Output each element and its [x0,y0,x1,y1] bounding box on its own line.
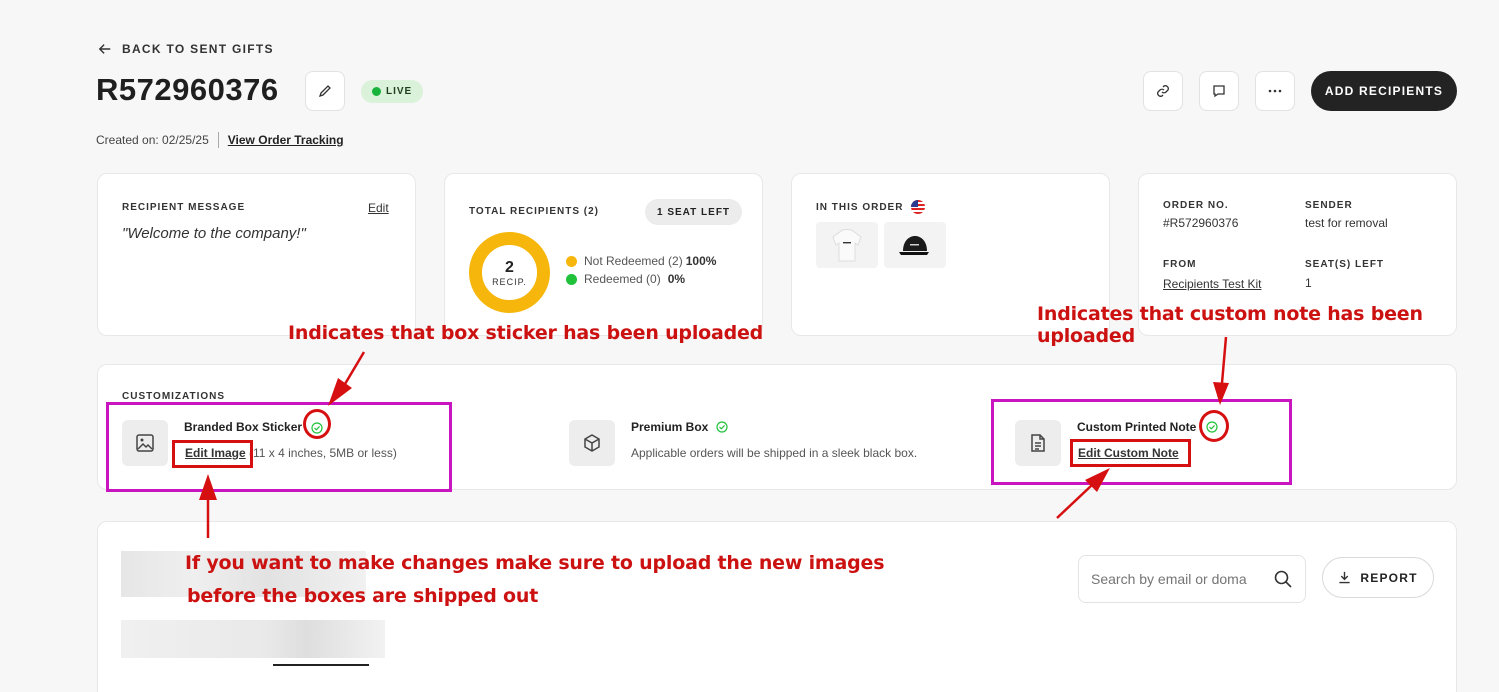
back-link[interactable]: BACK TO SENT GIFTS [98,42,274,56]
chat-bubble-icon [1213,85,1225,98]
redacted-block [121,620,385,658]
total-recipients-label: TOTAL RECIPIENTS (2) [469,206,600,217]
annotation-box-edit-image [172,440,253,468]
legend-not-redeemed: Not Redeemed (2) 100% [566,254,716,268]
more-options-button[interactable] [1255,71,1295,111]
annotation-text-custom-note: Indicates that custom note has been uplo… [1037,303,1423,347]
check-circle-icon [716,421,728,433]
seats-value: 1 [1305,276,1312,290]
us-flag-icon [911,200,926,214]
search-box[interactable] [1078,555,1306,603]
annotation-text-upload-2: before the boxes are shipped out [187,585,539,607]
annotation-text-upload-1: If you want to make changes make sure to… [185,552,885,574]
active-tab-underline [273,664,369,666]
page-title: R572960376 [96,72,279,107]
copy-link-button[interactable] [1143,71,1183,111]
order-no-value: #R572960376 [1163,216,1239,230]
box-icon [584,434,600,452]
search-icon[interactable] [1273,569,1293,589]
edit-title-button[interactable] [305,71,345,111]
status-badge-label: LIVE [386,86,413,97]
annotation-circle-sticker-check [303,409,331,439]
add-recipients-button[interactable]: ADD RECIPIENTS [1311,71,1457,111]
in-this-order-header: IN THIS ORDER [816,199,926,215]
link-icon [1157,85,1169,97]
recipient-message-card: RECIPIENT MESSAGE Edit "Welcome to the c… [97,173,416,336]
recipients-donut-chart: 2 RECIP. [469,232,550,313]
from-label: FROM [1163,259,1197,270]
from-link[interactable]: Recipients Test Kit [1163,277,1262,291]
annotation-circle-note-check [1199,410,1229,442]
product-thumb-cap[interactable] [884,222,946,268]
cap-icon [899,236,929,255]
legend-redeemed: Redeemed (0) 0% [566,272,685,286]
not-redeemed-label: Not Redeemed (2) [584,254,683,268]
redeemed-pct: 0% [667,272,686,286]
premium-box-title: Premium Box [631,420,709,434]
report-label: REPORT [1360,570,1418,585]
live-dot-icon [372,87,381,96]
redeemed-label: Redeemed (0) [584,272,661,286]
recipient-message-label: RECIPIENT MESSAGE [122,202,246,213]
created-date: Created on: 02/25/25 [96,133,209,147]
pencil-icon [318,85,331,98]
seats-left-badge: 1 SEAT LEFT [645,199,743,225]
total-recipients-card: TOTAL RECIPIENTS (2) 1 SEAT LEFT 2 RECIP… [444,173,763,336]
premium-box-tile [569,420,615,466]
not-redeemed-pct: 100% [685,254,717,268]
search-input[interactable] [1091,571,1273,587]
recipient-message-text: "Welcome to the company!" [122,225,306,242]
status-badge: LIVE [361,80,424,103]
legend-dot-icon [566,273,577,285]
download-icon [1339,571,1350,584]
sender-label: SENDER [1305,200,1353,211]
order-no-label: ORDER NO. [1163,200,1229,211]
back-link-label: BACK TO SENT GIFTS [122,42,274,56]
edit-message-link[interactable]: Edit [368,201,389,215]
sender-value: test for removal [1305,216,1388,230]
divider [217,132,219,148]
product-thumb-hoodie[interactable] [816,222,878,268]
view-order-tracking-link[interactable]: View Order Tracking [228,133,344,147]
customizations-label: CUSTOMIZATIONS [122,391,226,402]
annotation-box-edit-note [1070,439,1191,467]
annotation-text-sticker: Indicates that box sticker has been uplo… [288,322,764,344]
created-row: Created on: 02/25/25 View Order Tracking [96,132,344,148]
in-this-order-label: IN THIS ORDER [816,201,904,213]
recipient-count: 2 [505,258,514,276]
annotation-highlight-sticker [106,402,452,492]
arrow-left-icon [98,44,111,54]
recipient-count-unit: RECIP. [492,276,527,287]
more-horizontal-icon [1268,89,1282,93]
premium-box-desc: Applicable orders will be shipped in a s… [631,446,918,460]
report-button[interactable]: REPORT [1322,557,1434,598]
legend-dot-icon [566,255,577,267]
seats-label: SEAT(S) LEFT [1305,259,1385,270]
hoodie-icon [832,229,862,262]
comment-button[interactable] [1199,71,1239,111]
